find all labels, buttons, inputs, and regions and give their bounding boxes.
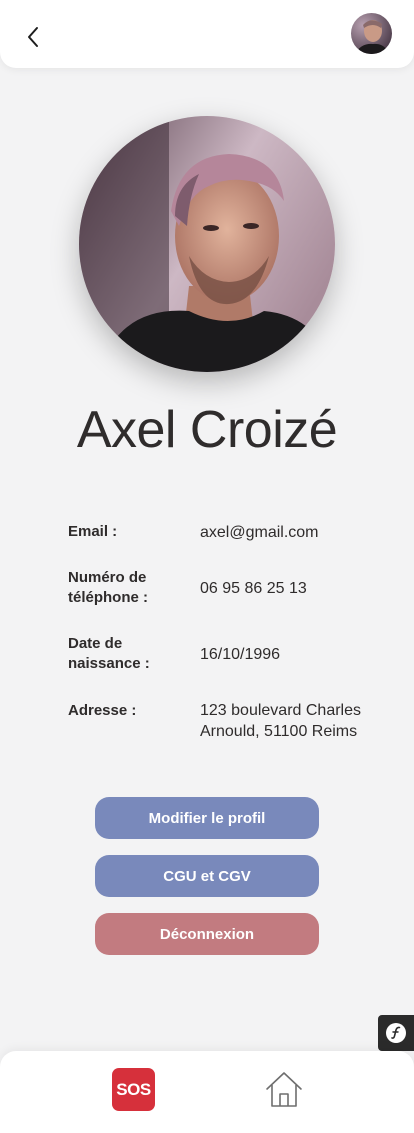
- avatar-image: [351, 13, 392, 54]
- edit-profile-button[interactable]: Modifier le profil: [95, 797, 319, 839]
- chevron-left-icon: [28, 27, 38, 47]
- terms-button[interactable]: CGU et CGV: [95, 855, 319, 897]
- logout-button[interactable]: Déconnexion: [95, 913, 319, 955]
- phone-label: Numéro de téléphone :: [68, 569, 149, 606]
- address-value: 123 boulevard Charles Arnould, 51100 Rei…: [200, 702, 361, 740]
- profile-photo-image: [79, 116, 335, 372]
- email-label: Email :: [68, 523, 118, 540]
- header-avatar[interactable]: [351, 13, 392, 54]
- symfony-icon: [386, 1023, 406, 1043]
- back-button[interactable]: [18, 22, 48, 52]
- email-value: axel@gmail.com: [200, 524, 319, 541]
- bottom-navigation: SOS: [0, 1051, 414, 1133]
- profile-photo: [79, 116, 335, 372]
- profile-name: Axel Croizé: [76, 401, 338, 459]
- phone-value: 06 95 86 25 13: [200, 580, 307, 597]
- birthdate-value: 16/10/1996: [200, 646, 281, 663]
- sos-button[interactable]: SOS: [112, 1068, 155, 1111]
- sos-label: SOS: [116, 1079, 151, 1099]
- debug-toolbar-toggle[interactable]: [378, 1015, 414, 1051]
- birthdate-label: Date de naissance :: [68, 635, 150, 672]
- address-label: Adresse :: [68, 702, 137, 719]
- home-icon: [266, 1072, 302, 1107]
- home-button[interactable]: [264, 1069, 304, 1109]
- top-bar: [0, 0, 414, 68]
